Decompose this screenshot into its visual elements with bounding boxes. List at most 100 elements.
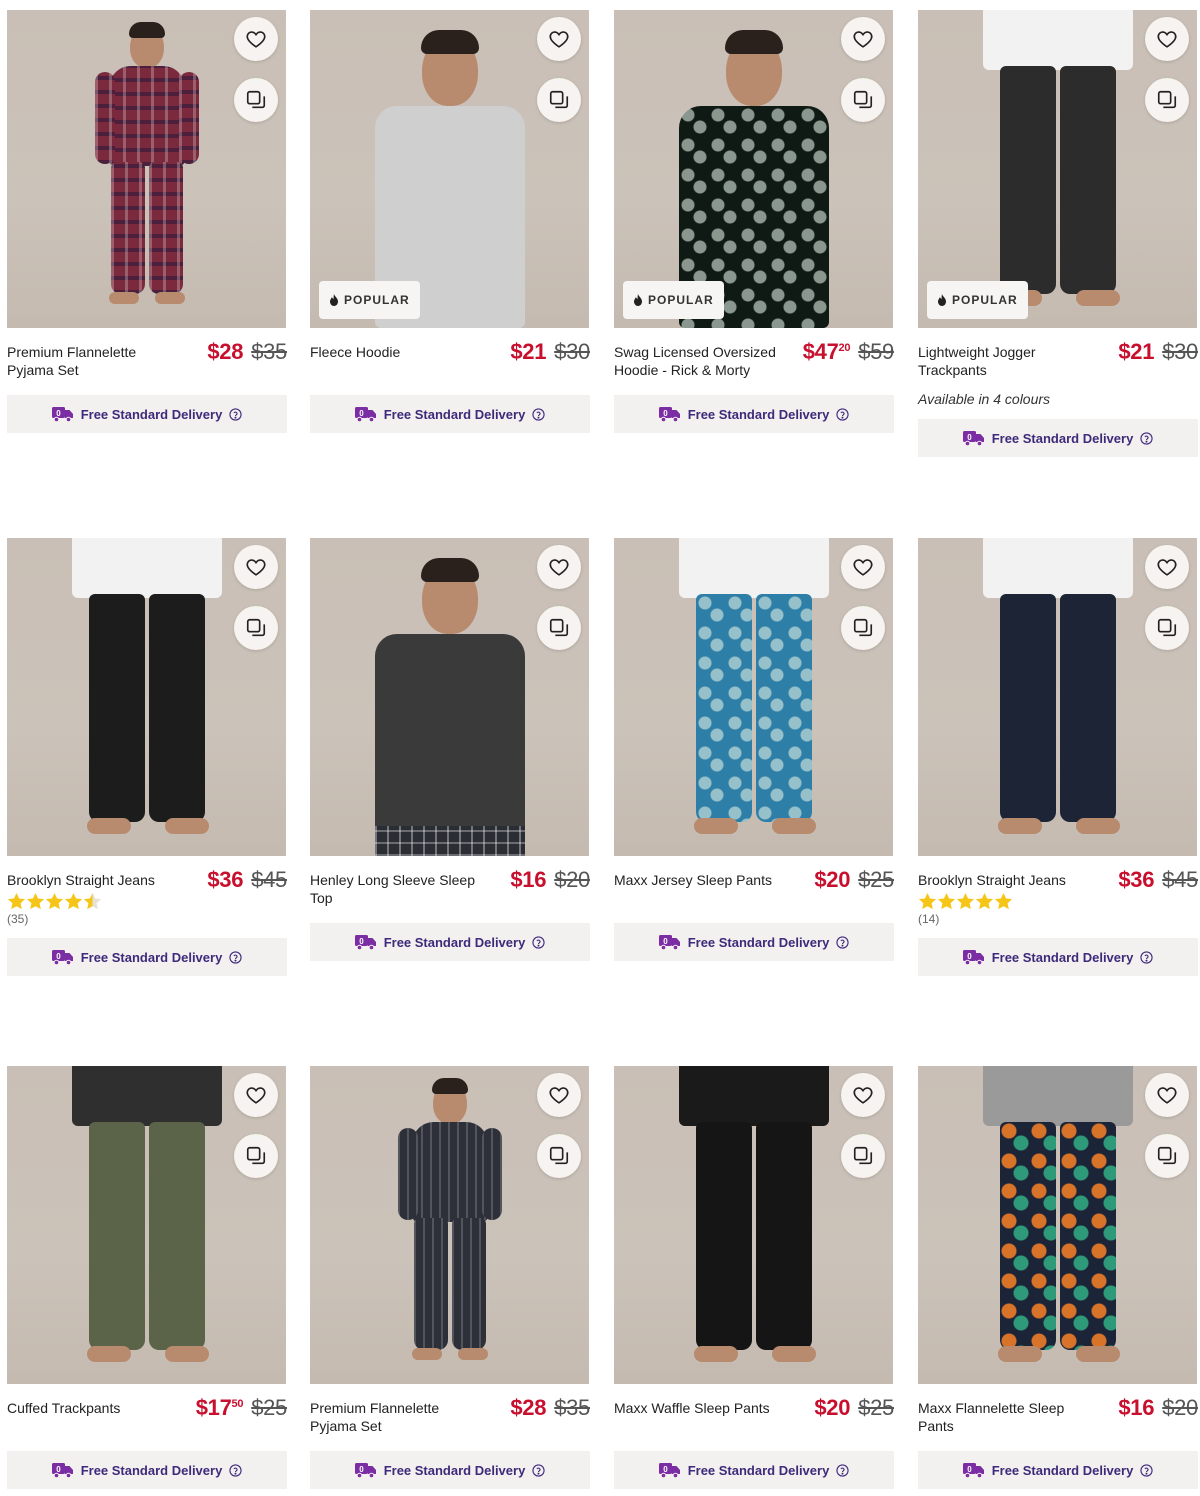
product-card[interactable]: Premium Flannelette Pyjama Set $28 $35 0 Fre…: [7, 10, 287, 433]
wishlist-button[interactable]: [841, 545, 885, 589]
product-name[interactable]: Brooklyn Straight Jeans: [7, 871, 177, 889]
product-image[interactable]: [614, 538, 893, 856]
compare-button[interactable]: [1145, 1134, 1189, 1178]
help-icon[interactable]: [836, 1463, 849, 1477]
product-name[interactable]: Maxx Waffle Sleep Pants: [614, 1399, 784, 1417]
product-card[interactable]: Maxx Waffle Sleep Pants $20 $25 0 Free Stand…: [614, 1066, 894, 1489]
compare-button[interactable]: [234, 1134, 278, 1178]
wishlist-button[interactable]: [1145, 545, 1189, 589]
help-icon[interactable]: [532, 407, 545, 421]
star-rating[interactable]: [7, 892, 287, 911]
compare-button[interactable]: [841, 606, 885, 650]
product-card[interactable]: Premium Flannelette Pyjama Set $28 $35 0 Fre…: [310, 1066, 590, 1489]
star-icon: [956, 892, 975, 911]
free-delivery-banner[interactable]: 0 Free Standard Delivery: [614, 395, 894, 433]
product-image[interactable]: [614, 1066, 893, 1384]
free-delivery-banner[interactable]: 0 Free Standard Delivery: [918, 419, 1198, 457]
product-card[interactable]: POPULAR Fleece Hoodie $21 $30 0 Free Standard…: [310, 10, 590, 433]
product-name[interactable]: Lightweight Jogger Trackpants: [918, 343, 1088, 379]
garment-sleeve: [481, 1128, 502, 1220]
review-count[interactable]: (14): [918, 912, 1198, 926]
product-card[interactable]: Maxx Flannelette Sleep Pants $16 $20 0 Free …: [918, 1066, 1198, 1489]
free-delivery-banner[interactable]: 0 Free Standard Delivery: [614, 923, 894, 961]
product-name[interactable]: Swag Licensed Oversized Hoodie - Rick & …: [614, 343, 784, 379]
original-price: $30: [1162, 339, 1198, 364]
product-name[interactable]: Brooklyn Straight Jeans: [918, 871, 1088, 889]
wishlist-button[interactable]: [841, 1073, 885, 1117]
popular-label: POPULAR: [344, 293, 410, 307]
wishlist-button[interactable]: [234, 17, 278, 61]
help-icon[interactable]: [532, 935, 545, 949]
help-icon[interactable]: [532, 1463, 545, 1477]
help-icon[interactable]: [1140, 1463, 1153, 1477]
price-block: $21 $30: [510, 339, 590, 365]
review-count[interactable]: (35): [7, 912, 287, 926]
free-delivery-banner[interactable]: 0 Free Standard Delivery: [918, 1451, 1198, 1489]
compare-icon: [245, 89, 267, 111]
free-delivery-banner[interactable]: 0 Free Standard Delivery: [614, 1451, 894, 1489]
compare-button[interactable]: [537, 1134, 581, 1178]
wishlist-button[interactable]: [537, 1073, 581, 1117]
product-image[interactable]: [310, 538, 589, 856]
product-card[interactable]: POPULAR Lightweight Jogger Trackpants $21 $…: [918, 10, 1198, 457]
star-rating[interactable]: [918, 892, 1198, 911]
compare-button[interactable]: [841, 78, 885, 122]
compare-button[interactable]: [1145, 78, 1189, 122]
star-icon: [64, 892, 83, 911]
product-card[interactable]: Maxx Jersey Sleep Pants $20 $25 0 Free Stand…: [614, 538, 894, 961]
compare-button[interactable]: [841, 1134, 885, 1178]
wishlist-button[interactable]: [234, 1073, 278, 1117]
product-card[interactable]: POPULAR Swag Licensed Oversized Hoodie - …: [614, 10, 894, 433]
wishlist-button[interactable]: [234, 545, 278, 589]
product-image[interactable]: [7, 538, 286, 856]
product-name[interactable]: Maxx Flannelette Sleep Pants: [918, 1399, 1088, 1435]
product-image[interactable]: POPULAR: [918, 10, 1197, 328]
product-card[interactable]: Brooklyn Straight Jeans $36 $45 (14) 0 Free S…: [918, 538, 1198, 976]
wishlist-button[interactable]: [1145, 1073, 1189, 1117]
wishlist-button[interactable]: [1145, 17, 1189, 61]
free-delivery-banner[interactable]: 0 Free Standard Delivery: [7, 395, 287, 433]
help-icon[interactable]: [229, 407, 242, 421]
product-image[interactable]: [310, 1066, 589, 1384]
product-image[interactable]: [918, 1066, 1197, 1384]
product-name[interactable]: Henley Long Sleeve Sleep Top: [310, 871, 480, 907]
product-image[interactable]: [7, 1066, 286, 1384]
free-delivery-banner[interactable]: 0 Free Standard Delivery: [310, 923, 590, 961]
compare-button[interactable]: [537, 78, 581, 122]
product-image[interactable]: [918, 538, 1197, 856]
product-card[interactable]: Henley Long Sleeve Sleep Top $16 $20 0 Free …: [310, 538, 590, 961]
compare-button[interactable]: [234, 606, 278, 650]
compare-button[interactable]: [1145, 606, 1189, 650]
original-price: $30: [554, 339, 590, 364]
delivery-label: Free Standard Delivery: [383, 934, 526, 950]
product-name[interactable]: Premium Flannelette Pyjama Set: [310, 1399, 480, 1435]
product-card[interactable]: Brooklyn Straight Jeans $36 $45 (35) 0 Free S…: [7, 538, 287, 976]
wishlist-button[interactable]: [841, 17, 885, 61]
product-name[interactable]: Premium Flannelette Pyjama Set: [7, 343, 177, 379]
free-delivery-banner[interactable]: 0 Free Standard Delivery: [310, 1451, 590, 1489]
help-icon[interactable]: [836, 407, 849, 421]
model-foot: [771, 818, 816, 834]
product-image[interactable]: POPULAR: [614, 10, 893, 328]
product-image[interactable]: POPULAR: [310, 10, 589, 328]
product-name[interactable]: Fleece Hoodie: [310, 343, 480, 361]
compare-button[interactable]: [537, 606, 581, 650]
help-icon[interactable]: [1140, 950, 1153, 964]
free-delivery-banner[interactable]: 0 Free Standard Delivery: [7, 938, 287, 976]
product-name[interactable]: Cuffed Trackpants: [7, 1399, 177, 1417]
compare-button[interactable]: [234, 78, 278, 122]
free-delivery-banner[interactable]: 0 Free Standard Delivery: [918, 938, 1198, 976]
wishlist-button[interactable]: [537, 17, 581, 61]
help-icon[interactable]: [229, 1463, 242, 1477]
free-delivery-banner[interactable]: 0 Free Standard Delivery: [310, 395, 590, 433]
delivery-label: Free Standard Delivery: [687, 406, 830, 422]
help-icon[interactable]: [229, 950, 242, 964]
model-foot: [771, 1346, 816, 1362]
help-icon[interactable]: [836, 935, 849, 949]
free-delivery-banner[interactable]: 0 Free Standard Delivery: [7, 1451, 287, 1489]
wishlist-button[interactable]: [537, 545, 581, 589]
product-card[interactable]: Cuffed Trackpants $1750 $25 0 Free Standard …: [7, 1066, 287, 1489]
product-name[interactable]: Maxx Jersey Sleep Pants: [614, 871, 784, 889]
help-icon[interactable]: [1140, 431, 1153, 445]
product-image[interactable]: [7, 10, 286, 328]
